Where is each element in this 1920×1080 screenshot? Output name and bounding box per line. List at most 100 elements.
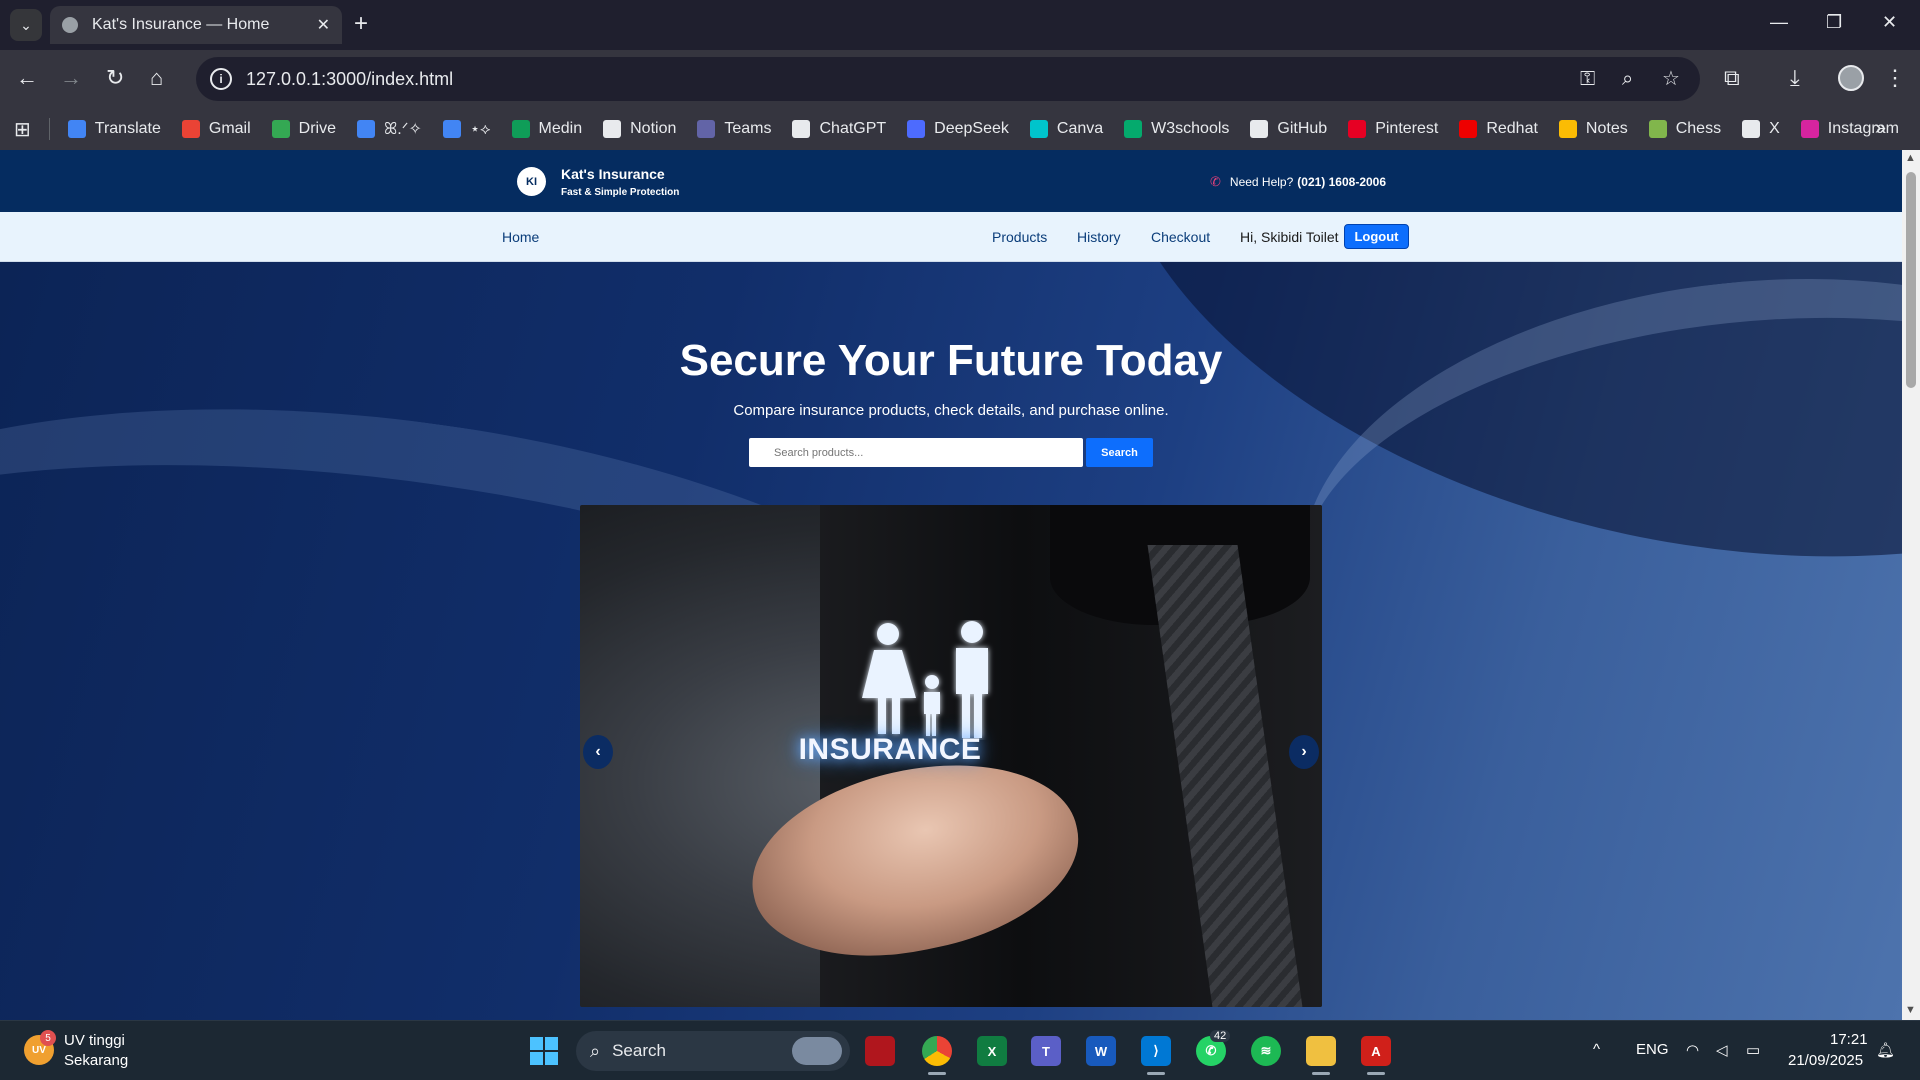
notification-bell-icon[interactable]: 🔔︎ bbox=[1876, 1041, 1895, 1059]
bookmark-favicon-icon bbox=[697, 120, 716, 138]
language-indicator[interactable]: ENG bbox=[1636, 1041, 1669, 1058]
close-tab-icon[interactable]: ✕ bbox=[317, 15, 330, 35]
url-text[interactable]: 127.0.0.1:3000/index.html bbox=[246, 69, 453, 90]
tab-search-button[interactable]: ⌄ bbox=[10, 9, 42, 41]
bookmark-label: ChatGPT bbox=[819, 120, 887, 137]
site-nav: Home Products History Checkout Hi, Skibi… bbox=[0, 212, 1902, 262]
new-tab-button[interactable]: + bbox=[354, 12, 368, 36]
scroll-down-icon[interactable]: ▼ bbox=[1905, 1004, 1916, 1016]
bookmark-label: DeepSeek bbox=[934, 120, 1009, 137]
carousel-next-button[interactable]: › bbox=[1289, 735, 1319, 769]
address-bar[interactable]: i 127.0.0.1:3000/index.html bbox=[196, 57, 1700, 101]
weather-subtitle[interactable]: Sekarang bbox=[64, 1052, 128, 1069]
bookmark-item[interactable]: Teams bbox=[697, 120, 771, 138]
zoom-icon[interactable]: ⌕ bbox=[1622, 68, 1633, 90]
bookmark-item[interactable]: ꕤ.ᐟ✧ bbox=[357, 119, 422, 139]
hero-carousel[interactable]: INSURANCE ‹ › bbox=[580, 505, 1322, 1007]
bookmark-item[interactable]: ChatGPT bbox=[792, 120, 886, 138]
bookmark-item[interactable]: Pinterest bbox=[1348, 120, 1438, 138]
extensions-icon[interactable]: ⧉ bbox=[1724, 66, 1740, 90]
bookmark-list: Translate Gmail Drive ꕤ.ᐟ✧ ⋆⟡ Medin Notion Team… bbox=[67, 119, 1920, 139]
weather-title[interactable]: UV tinggi bbox=[64, 1032, 125, 1049]
profile-avatar[interactable] bbox=[1838, 65, 1864, 91]
brand-tagline: Fast & Simple Protection bbox=[561, 187, 680, 198]
bookmark-label: Gmail bbox=[208, 120, 251, 137]
nav-history[interactable]: History bbox=[1077, 229, 1121, 245]
bookmark-label: Canva bbox=[1056, 120, 1104, 137]
clock-time[interactable]: 17:21 bbox=[1830, 1031, 1868, 1048]
logout-button[interactable]: Logout bbox=[1344, 224, 1409, 249]
bookmark-item[interactable]: GitHub bbox=[1250, 120, 1327, 138]
battery-icon[interactable]: ▭ bbox=[1746, 1041, 1760, 1059]
bookmark-item[interactable]: Gmail bbox=[181, 120, 251, 138]
search-button[interactable]: Search bbox=[1086, 438, 1153, 467]
vscode-icon[interactable]: ⟩ bbox=[1141, 1036, 1171, 1066]
bookmark-favicon-icon bbox=[1648, 120, 1667, 138]
bookmark-label: ꕤ.ᐟ✧ bbox=[384, 121, 422, 138]
insurance-image-text: INSURANCE bbox=[798, 733, 982, 766]
start-button[interactable] bbox=[530, 1037, 558, 1065]
nav-home[interactable]: Home bbox=[502, 229, 539, 245]
site-info-icon[interactable]: i bbox=[210, 68, 232, 90]
bookmark-item[interactable]: Notes bbox=[1558, 120, 1628, 138]
clock-date[interactable]: 21/09/2025 bbox=[1788, 1052, 1863, 1069]
nav-products[interactable]: Products bbox=[992, 229, 1047, 245]
bookmark-item[interactable]: ⋆⟡ bbox=[442, 119, 491, 139]
teams-icon[interactable]: T bbox=[1031, 1036, 1061, 1066]
bookmark-item[interactable]: Canva bbox=[1029, 120, 1104, 138]
apps-grid-icon[interactable]: ⊞ bbox=[14, 117, 31, 142]
chrome-icon[interactable] bbox=[922, 1036, 952, 1066]
scroll-up-icon[interactable]: ▲ bbox=[1905, 152, 1916, 164]
logo[interactable]: KI bbox=[517, 167, 546, 196]
word-icon[interactable]: W bbox=[1086, 1036, 1116, 1066]
spotify-icon[interactable]: ≋ bbox=[1251, 1036, 1281, 1066]
bookmark-item[interactable]: Medin bbox=[511, 120, 582, 138]
nav-checkout[interactable]: Checkout bbox=[1151, 229, 1210, 245]
reload-button[interactable]: ↻ bbox=[106, 66, 124, 90]
bookmark-item[interactable]: Translate bbox=[67, 120, 161, 138]
brand-name[interactable]: Kat's Insurance bbox=[561, 166, 665, 182]
download-icon[interactable]: ⤓ bbox=[1790, 66, 1800, 90]
close-window-button[interactable]: ✕ bbox=[1882, 12, 1897, 33]
bookmark-item[interactable]: Drive bbox=[271, 120, 336, 138]
page-scrollbar[interactable]: ▲ ▼ bbox=[1902, 150, 1920, 1020]
help-phone[interactable]: (021) 1608-2006 bbox=[1297, 175, 1386, 189]
file-explorer-icon[interactable] bbox=[1306, 1036, 1336, 1066]
password-key-icon[interactable]: ⚿ bbox=[1580, 68, 1595, 90]
bookmark-item[interactable]: X bbox=[1742, 120, 1780, 138]
bookmark-item[interactable]: Notion bbox=[603, 120, 676, 138]
bookmark-label: ⋆⟡ bbox=[469, 121, 491, 138]
minimize-button[interactable]: — bbox=[1770, 12, 1788, 33]
bookmark-item[interactable]: W3schools bbox=[1124, 120, 1229, 138]
bookmark-favicon-icon bbox=[907, 120, 926, 138]
carousel-prev-button[interactable]: ‹ bbox=[583, 735, 613, 769]
back-button[interactable]: ← bbox=[16, 66, 38, 90]
scroll-thumb[interactable] bbox=[1906, 172, 1916, 388]
browser-tab[interactable]: Kat's Insurance — Home ✕ bbox=[50, 6, 342, 44]
browser-menu-icon[interactable]: ⋮ bbox=[1884, 66, 1906, 90]
bookmark-favicon-icon bbox=[1459, 120, 1478, 138]
divider bbox=[48, 118, 50, 140]
app-icon-game[interactable] bbox=[865, 1036, 895, 1066]
home-button[interactable]: ⌂ bbox=[150, 66, 163, 90]
bookmark-item[interactable]: DeepSeek bbox=[907, 120, 1009, 138]
chevron-up-icon[interactable]: ^ bbox=[1593, 1041, 1600, 1058]
forward-button[interactable]: → bbox=[60, 66, 82, 90]
bookmark-item[interactable]: Chess bbox=[1648, 120, 1721, 138]
restore-button[interactable]: ❐ bbox=[1826, 12, 1842, 33]
wifi-icon[interactable]: ◠ bbox=[1686, 1041, 1699, 1059]
volume-icon[interactable]: ◁ bbox=[1716, 1041, 1728, 1059]
acrobat-icon[interactable]: A bbox=[1361, 1036, 1391, 1066]
whatsapp-badge: 42 bbox=[1210, 1030, 1231, 1042]
excel-icon[interactable]: X bbox=[977, 1036, 1007, 1066]
product-search-input[interactable] bbox=[749, 438, 1083, 467]
active-indicator bbox=[928, 1072, 946, 1075]
bookmark-item[interactable]: Redhat bbox=[1459, 120, 1538, 138]
bookmark-star-icon[interactable]: ☆ bbox=[1662, 68, 1680, 90]
bookmark-favicon-icon bbox=[442, 120, 461, 138]
more-bookmarks-icon[interactable]: » bbox=[1875, 117, 1886, 140]
bookmark-favicon-icon bbox=[1029, 120, 1048, 138]
bookmark-favicon-icon bbox=[181, 120, 200, 138]
bookmark-favicon-icon bbox=[1250, 120, 1269, 138]
taskbar-search[interactable]: ⌕ Search bbox=[576, 1031, 850, 1071]
